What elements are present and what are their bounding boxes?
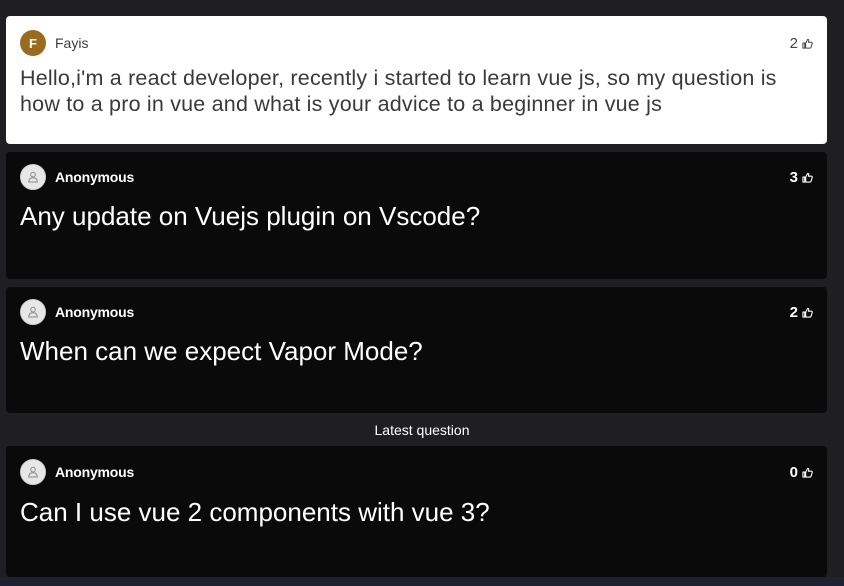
bottom-strip xyxy=(0,577,844,586)
author: Anonymous xyxy=(20,459,134,485)
author-name: Anonymous xyxy=(55,304,135,320)
author: Anonymous xyxy=(20,164,134,190)
user-icon xyxy=(28,171,38,183)
question-text: Can I use vue 2 components with vue 3? xyxy=(20,497,490,527)
like-button[interactable]: 3 xyxy=(790,169,813,186)
question-text: Hello,i'm a react developer, recently i … xyxy=(20,66,777,116)
thumbs-up-icon xyxy=(802,307,813,318)
like-count: 3 xyxy=(789,168,798,186)
question-card[interactable]: Anonymous 3 Any update on Vuejs plugin o… xyxy=(6,152,827,279)
question-card[interactable]: Anonymous 2 When can we expect Vapor Mod… xyxy=(6,287,827,413)
top-strip xyxy=(0,0,844,16)
latest-question-label: Latest question xyxy=(374,422,470,438)
author-name: Anonymous xyxy=(55,169,135,185)
author: Anonymous xyxy=(20,299,134,325)
author: F Fayis xyxy=(20,30,88,56)
avatar xyxy=(20,459,46,485)
like-button[interactable]: 0 xyxy=(790,464,813,481)
avatar xyxy=(20,299,46,325)
author-name: Anonymous xyxy=(55,464,135,480)
thumbs-up-icon xyxy=(802,38,813,49)
like-count: 0 xyxy=(789,463,798,481)
user-icon xyxy=(28,306,38,318)
like-button[interactable]: 2 xyxy=(790,35,813,52)
thumbs-up-icon xyxy=(802,467,813,478)
question-text: When can we expect Vapor Mode? xyxy=(20,336,423,366)
question-card[interactable]: F Fayis 2 Hello,i'm a react developer, r… xyxy=(6,16,827,144)
question-text: Any update on Vuejs plugin on Vscode? xyxy=(20,201,481,231)
like-count: 2 xyxy=(789,303,798,321)
author-name: Fayis xyxy=(55,35,89,51)
avatar xyxy=(20,164,46,190)
question-card[interactable]: Anonymous 0 Can I use vue 2 components w… xyxy=(6,446,827,577)
like-count: 2 xyxy=(789,34,798,52)
like-button[interactable]: 2 xyxy=(790,304,813,321)
avatar: F xyxy=(20,30,46,56)
user-icon xyxy=(28,466,38,478)
thumbs-up-icon xyxy=(802,172,813,183)
